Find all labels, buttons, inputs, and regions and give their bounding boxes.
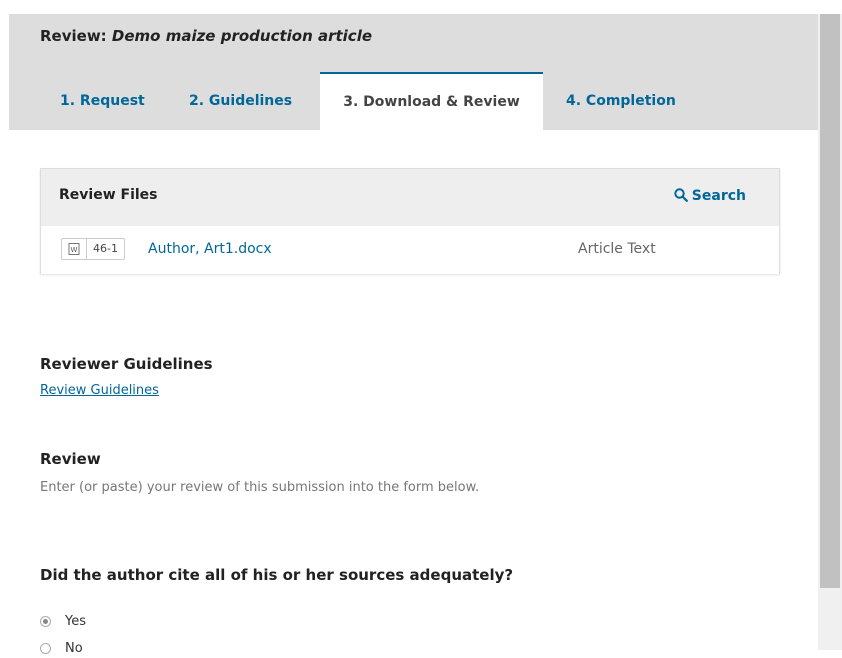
radio-label-yes: Yes <box>65 613 86 629</box>
review-files-header: Review Files Search <box>41 169 779 226</box>
radio-option-no[interactable]: No <box>40 638 83 658</box>
page-title: Review: Demo maize production article <box>40 27 372 45</box>
search-label: Search <box>691 188 746 204</box>
search-icon <box>674 188 688 202</box>
vertical-scrollbar[interactable] <box>818 14 842 650</box>
file-row: W 46-1 Author, Art1.docx Article Text <box>41 226 779 274</box>
review-files-panel: Review Files Search W 46-1 Author, Art1.… <box>40 168 780 274</box>
question-text: Did the author cite all of his or her so… <box>40 566 514 584</box>
title-prefix: Review: <box>40 27 112 45</box>
review-description: Enter (or paste) your review of this sub… <box>40 480 480 495</box>
file-id-badge: W 46-1 <box>61 238 125 260</box>
tab-guidelines[interactable]: 2. Guidelines <box>189 72 292 130</box>
tab-download-review[interactable]: 3. Download & Review <box>320 72 543 130</box>
radio-button-no[interactable] <box>40 642 51 654</box>
file-name-link[interactable]: Author, Art1.docx <box>148 241 272 257</box>
svg-text:W: W <box>71 246 78 254</box>
reviewer-guidelines-heading: Reviewer Guidelines <box>40 355 213 373</box>
search-button[interactable]: Search <box>674 188 746 204</box>
tab-completion[interactable]: 4. Completion <box>566 72 676 130</box>
radio-label-no: No <box>65 640 83 656</box>
review-guidelines-link[interactable]: Review Guidelines <box>40 383 159 398</box>
review-steps-tabs: 1. Request 2. Guidelines 3. Download & R… <box>9 72 818 130</box>
submission-title: Demo maize production article <box>111 27 373 45</box>
review-files-title: Review Files <box>59 187 158 203</box>
tab-request[interactable]: 1. Request <box>60 72 145 130</box>
review-heading: Review <box>40 450 101 468</box>
review-header: Review: Demo maize production article 1.… <box>9 14 818 130</box>
word-document-icon: W <box>62 239 87 259</box>
radio-option-yes[interactable]: Yes <box>40 611 86 631</box>
file-id: 46-1 <box>93 242 118 255</box>
scrollbar-thumb[interactable] <box>820 14 840 588</box>
file-type: Article Text <box>578 241 656 257</box>
radio-button-yes[interactable] <box>40 615 51 627</box>
